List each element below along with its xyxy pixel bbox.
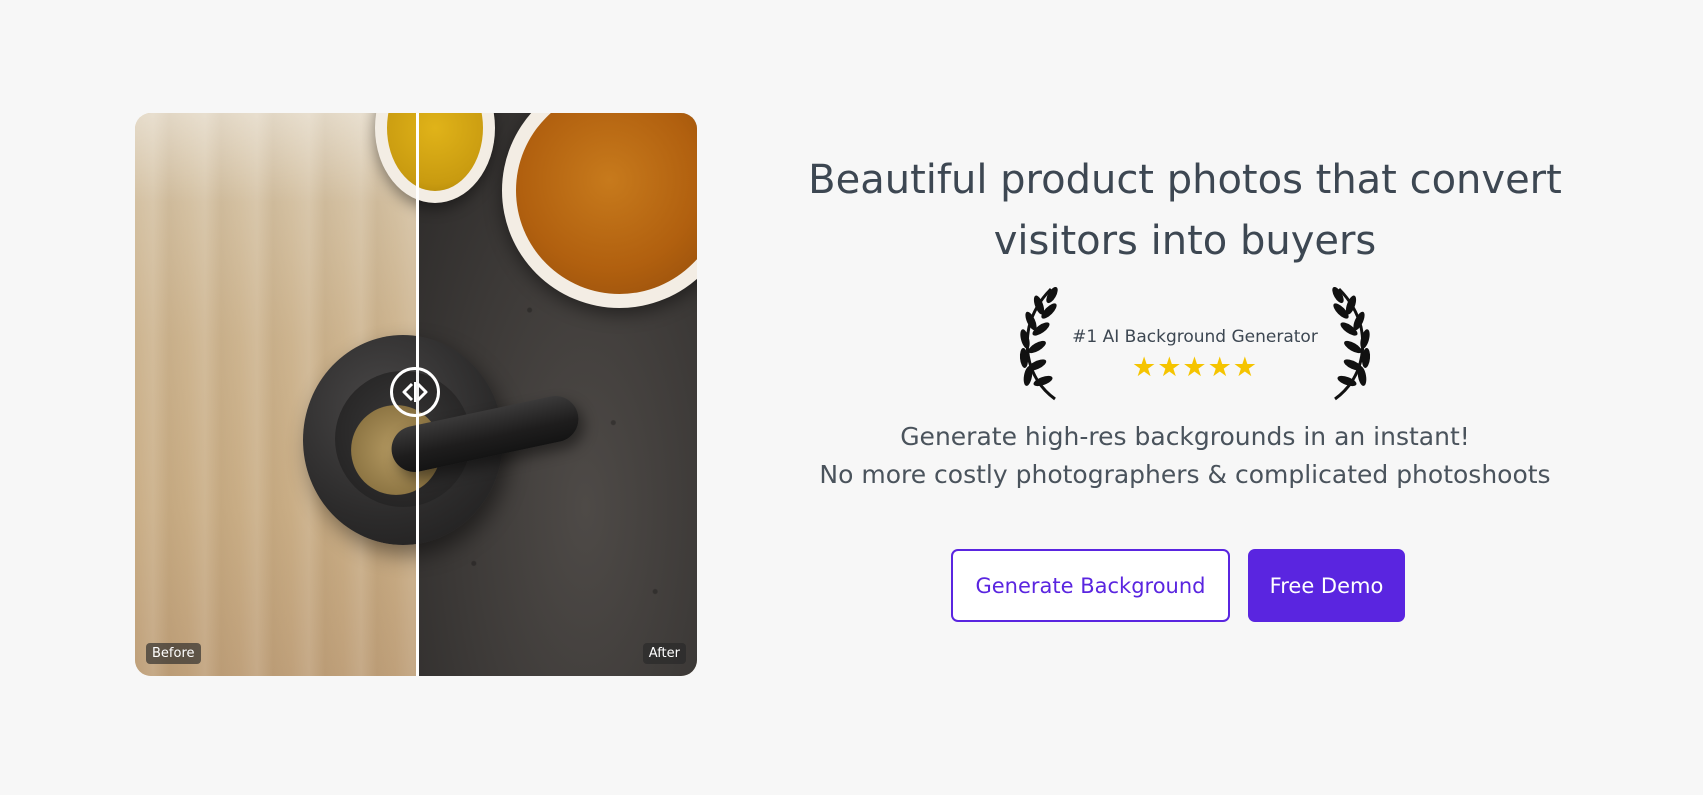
before-label: Before <box>146 643 201 664</box>
hero-subtext: Generate high-res backgrounds in an inst… <box>765 418 1605 494</box>
cta-buttons: Generate Background Free Demo <box>951 549 1405 622</box>
subtext-line-1: Generate high-res backgrounds in an inst… <box>900 422 1470 451</box>
generate-background-button[interactable]: Generate Background <box>951 549 1230 622</box>
laurel-wreath-icon <box>1332 287 1371 401</box>
award-text: #1 AI Background Generator <box>1072 327 1318 347</box>
page: Before After Beautiful product photos th… <box>0 0 1703 795</box>
arrows-left-right-icon[interactable] <box>390 367 440 417</box>
after-label: After <box>642 643 686 664</box>
subtext-line-2: No more costly photographers & complicat… <box>819 460 1551 489</box>
free-demo-button[interactable]: Free Demo <box>1248 549 1405 622</box>
award-badge: #1 AI Background Generator ★★★★★ <box>1015 285 1375 405</box>
before-after-comparison[interactable]: Before After <box>135 113 697 676</box>
star-rating: ★★★★★ <box>1131 352 1259 383</box>
laurel-wreath-icon <box>1019 287 1058 401</box>
page-title: Beautiful product photos that convert vi… <box>808 157 1562 264</box>
